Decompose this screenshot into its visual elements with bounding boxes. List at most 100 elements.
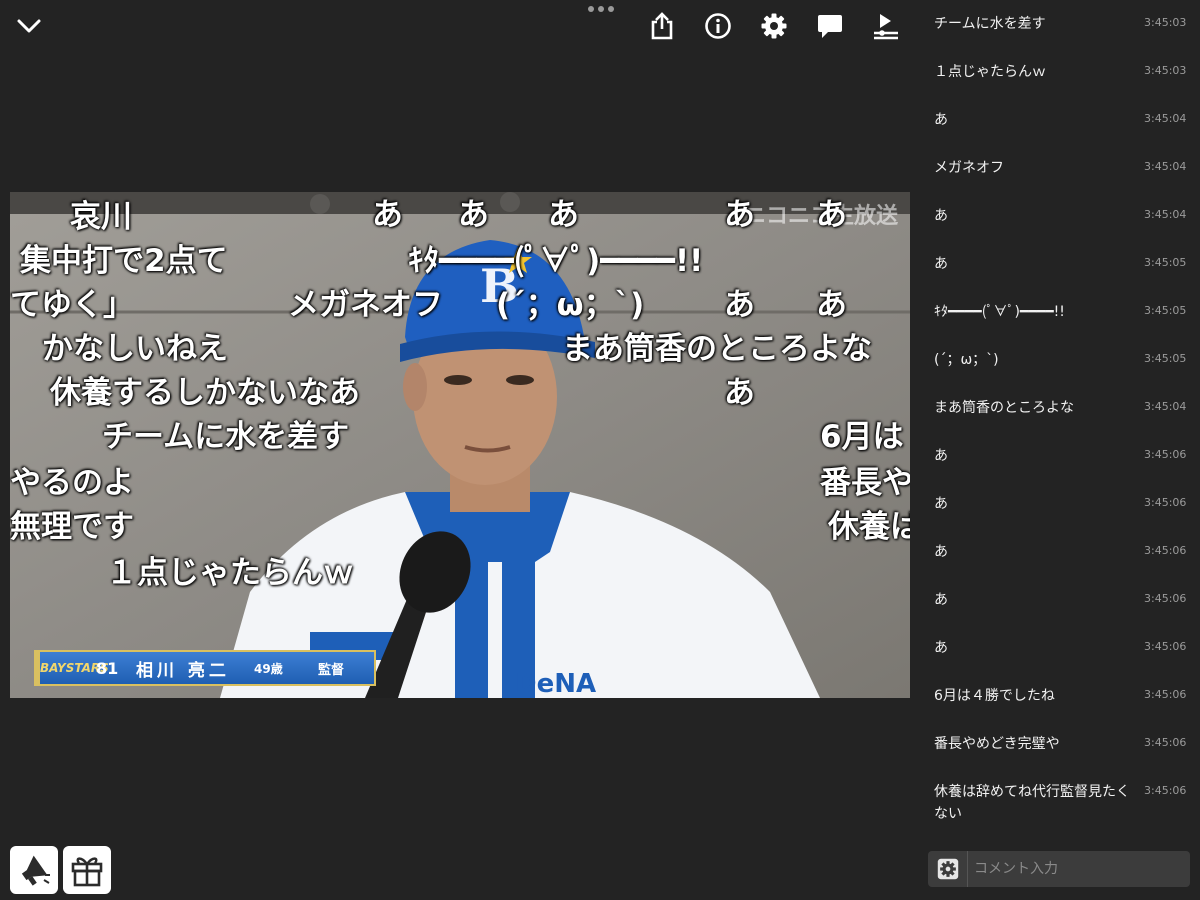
comment-list-item[interactable]: (´；ω；`) 3:45:05	[918, 336, 1200, 384]
comment-time: 3:45:04	[1144, 112, 1187, 125]
top-toolbar	[646, 10, 902, 42]
overlay-comment: (´；ω；`)	[496, 287, 645, 323]
comment-list-item[interactable]: あ 3:45:06	[918, 480, 1200, 528]
comment-list-item[interactable]: あ 3:45:06	[918, 576, 1200, 624]
overlay-comment: チームに水を差す	[102, 419, 350, 455]
comment-input[interactable]	[968, 851, 1190, 887]
drag-handle[interactable]	[588, 6, 614, 16]
comment-list-item[interactable]: １点じゃたらんｗ 3:45:03	[918, 48, 1200, 96]
overlay-comment: ｷﾀ━━━━(ﾟ∀ﾟ)━━━━!!	[408, 243, 704, 279]
comment-text: 休養は辞めてね代行監督見たくない	[934, 784, 1130, 822]
overlay-comment: メガネオフ	[288, 287, 443, 323]
overlay-comment: あ	[724, 287, 755, 323]
comment-list-item[interactable]: あ 3:45:04	[918, 96, 1200, 144]
overlay-comment: てゆく」	[10, 287, 134, 323]
overlay-comment: 休養するしかないなあ	[50, 375, 360, 411]
comment-list-item[interactable]: あ 3:45:06	[918, 528, 1200, 576]
comment-text: ｷﾀ━━━━(ﾟ∀ﾟ)━━━━!!	[934, 304, 1065, 320]
comment-icon	[818, 15, 842, 38]
comment-text: あ	[934, 112, 948, 128]
video-player[interactable]: DeNA B ニコニコ生放送 哀川 あ あ あ あ あ 集中打で2点て ｷﾀ━━…	[10, 192, 910, 698]
overlay-comment: あ	[548, 197, 579, 233]
overlay-comment: あ	[724, 375, 755, 411]
comment-text: 番長やめどき完璧や	[934, 736, 1060, 752]
overlay-comment: あ	[458, 197, 489, 233]
gift-icon	[71, 857, 103, 887]
comment-time: 3:45:06	[1144, 688, 1187, 701]
person-role: 監督	[318, 662, 345, 678]
comment-time: 3:45:05	[1144, 256, 1187, 269]
overlay-comment: あ	[724, 197, 755, 233]
comment-text: メガネオフ	[934, 160, 1004, 176]
comment-list-item[interactable]: まあ筒香のところよな 3:45:04	[918, 384, 1200, 432]
person-age: 49歳	[254, 661, 283, 676]
overlay-comment: 休養は	[828, 509, 910, 545]
comment-time: 3:45:06	[1144, 736, 1187, 749]
comment-text: (´；ω；`)	[934, 352, 999, 368]
overlay-comment: 哀川	[70, 199, 132, 235]
overlay-comment: あ	[816, 197, 847, 233]
svg-text:DeNA: DeNA	[515, 669, 596, 698]
comment-list-item[interactable]: ｷﾀ━━━━(ﾟ∀ﾟ)━━━━!! 3:45:05	[918, 288, 1200, 336]
collapse-button[interactable]	[14, 12, 44, 40]
comment-time: 3:45:04	[1144, 208, 1187, 221]
comment-toggle-button[interactable]	[814, 10, 846, 42]
comment-text: あ	[934, 496, 948, 512]
comment-list-item[interactable]: あ 3:45:06	[918, 432, 1200, 480]
comment-text: チームに水を差す	[934, 16, 1046, 32]
comment-list-item[interactable]: 6月は４勝でしたね 3:45:06	[918, 672, 1200, 720]
uniform-number: 81	[96, 658, 119, 678]
info-icon	[705, 13, 731, 39]
comment-text: あ	[934, 592, 948, 608]
comment-time: 3:45:06	[1144, 640, 1187, 653]
overlay-comment: あ	[816, 287, 847, 323]
overlay-comment: やるのよ	[10, 465, 134, 501]
comment-list-item[interactable]: チームに水を差す 3:45:03	[918, 0, 1200, 48]
overlay-comment: 6月は	[820, 419, 904, 455]
player-screen: DeNA B ニコニコ生放送 哀川 あ あ あ あ あ 集中打で2点て ｷﾀ━━…	[0, 0, 1200, 900]
megaphone-icon	[21, 855, 50, 886]
comment-list-item[interactable]: 番長やめどき完璧や 3:45:06	[918, 720, 1200, 768]
overlay-comment: 集中打で2点て	[20, 243, 228, 279]
comment-list-item[interactable]: メガネオフ 3:45:04	[918, 144, 1200, 192]
comment-list-item[interactable]: あ 3:45:05	[918, 240, 1200, 288]
comment-text: あ	[934, 640, 948, 656]
overlay-comment: あ	[372, 197, 403, 233]
team-logo: BAYSTARS	[40, 661, 109, 675]
comment-list-item[interactable]: 休養は辞めてね代行監督見たくない 3:45:06	[918, 768, 1200, 825]
overlay-comment: 無理です	[10, 509, 134, 545]
comment-time: 3:45:03	[1144, 64, 1187, 77]
person-name: 相川 亮二	[136, 660, 230, 681]
name-caption: BAYSTARS 81 相川 亮二 49歳 監督	[34, 650, 376, 686]
comment-time: 3:45:06	[1144, 496, 1187, 509]
comment-text: 6月は４勝でしたね	[934, 688, 1055, 704]
share-button[interactable]	[646, 10, 678, 42]
comment-form	[928, 851, 1190, 887]
nicoad-button[interactable]	[10, 846, 58, 894]
share-icon	[651, 12, 673, 40]
comment-settings-button[interactable]	[928, 851, 968, 887]
comment-text: １点じゃたらんｗ	[934, 64, 1046, 80]
comment-list-item[interactable]: あ 3:45:06	[918, 624, 1200, 672]
playlist-icon	[874, 14, 898, 40]
gift-button[interactable]	[63, 846, 111, 894]
overlay-comment: １点じゃたらんｗ	[106, 555, 354, 591]
chevron-down-icon	[17, 19, 41, 33]
comment-time: 3:45:05	[1144, 304, 1187, 317]
comment-list-item[interactable]: あ 3:45:04	[918, 192, 1200, 240]
overlay-comment: かなしいねえ	[42, 331, 228, 367]
comment-list[interactable]: チームに水を差す 3:45:03 １点じゃたらんｗ 3:45:03 あ 3:45:04 メガ…	[918, 0, 1200, 836]
comment-time: 3:45:05	[1144, 352, 1187, 365]
settings-button[interactable]	[758, 10, 790, 42]
comment-time: 3:45:06	[1144, 784, 1187, 797]
comment-time: 3:45:06	[1144, 448, 1187, 461]
overlay-comment: 番長や	[820, 465, 910, 501]
comment-time: 3:45:03	[1144, 16, 1187, 29]
playlist-button[interactable]	[870, 10, 902, 42]
gear-icon	[761, 13, 787, 39]
comment-text: あ	[934, 256, 948, 272]
comment-time: 3:45:06	[1144, 544, 1187, 557]
info-button[interactable]	[702, 10, 734, 42]
comment-time: 3:45:04	[1144, 160, 1187, 173]
comment-time: 3:45:04	[1144, 400, 1187, 413]
